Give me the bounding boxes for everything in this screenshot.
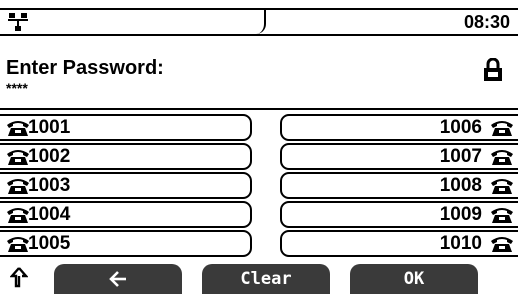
speed-dial-key-1008[interactable]: 1008	[280, 172, 518, 199]
speed-dial-label: 1001	[28, 117, 71, 138]
divider	[0, 108, 518, 110]
password-field[interactable]: ****	[6, 80, 28, 96]
arrow-left-icon	[109, 271, 126, 287]
phone-icon	[491, 121, 513, 136]
speed-dial-label: 1006	[439, 117, 482, 138]
speed-dial-label: 1007	[439, 146, 482, 167]
back-softkey[interactable]	[54, 264, 182, 294]
status-left-area	[0, 10, 266, 34]
lock-icon	[484, 58, 502, 81]
shift-up-icon[interactable]	[10, 266, 28, 288]
speed-dial-label: 1008	[439, 175, 482, 196]
phone-icon	[491, 179, 513, 194]
speed-dial-key-1001[interactable]: 1001	[0, 114, 252, 141]
speed-dial-label: 1005	[28, 233, 71, 254]
password-title: Enter Password:	[6, 57, 164, 79]
phone-screen: 08:30 Enter Password: **** 1001 1002 100…	[0, 0, 518, 294]
speed-dial-key-1003[interactable]: 1003	[0, 172, 252, 199]
speed-dial-label: 1004	[28, 204, 71, 225]
ok-softkey[interactable]: OK	[350, 264, 478, 294]
status-right-area: 08:30	[266, 10, 518, 34]
status-bar: 08:30	[0, 8, 518, 36]
speed-dial-key-1005[interactable]: 1005	[0, 230, 252, 257]
softkey-bar: Clear OK	[0, 264, 518, 294]
speed-dial-key-1009[interactable]: 1009	[280, 201, 518, 228]
phone-icon	[491, 237, 513, 252]
speed-dial-label: 1003	[28, 175, 71, 196]
phone-icon	[7, 237, 29, 252]
clock: 08:30	[463, 12, 510, 32]
phone-icon	[491, 208, 513, 223]
speed-dial-label: 1010	[439, 233, 482, 254]
phone-icon	[7, 150, 29, 165]
speed-dial-label: 1002	[28, 146, 71, 167]
speed-dial-key-1007[interactable]: 1007	[280, 143, 518, 170]
speed-dial-key-1010[interactable]: 1010	[280, 230, 518, 257]
phone-icon	[491, 150, 513, 165]
speed-dial-key-1006[interactable]: 1006	[280, 114, 518, 141]
speed-dial-label: 1009	[439, 204, 482, 225]
phone-icon	[7, 179, 29, 194]
speed-dial-key-1002[interactable]: 1002	[0, 143, 252, 170]
clear-softkey[interactable]: Clear	[202, 264, 330, 294]
phone-icon	[7, 208, 29, 223]
network-icon	[8, 13, 28, 31]
speed-dial-key-1004[interactable]: 1004	[0, 201, 252, 228]
phone-icon	[7, 121, 29, 136]
